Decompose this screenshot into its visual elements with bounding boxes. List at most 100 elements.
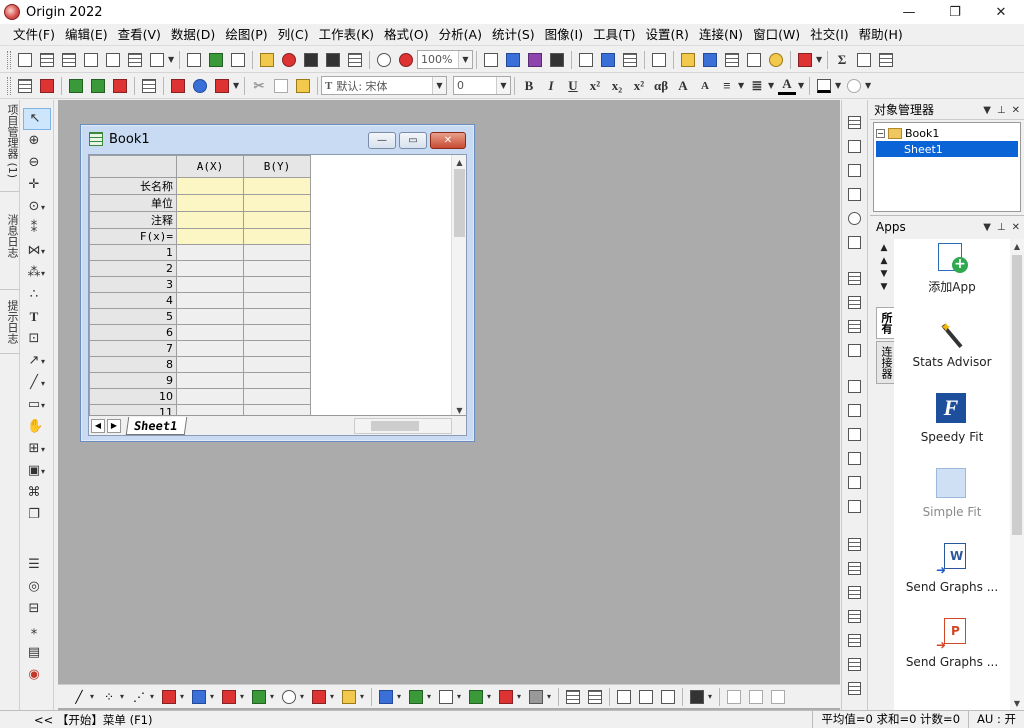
- fill-color-button[interactable]: [814, 76, 834, 96]
- data-cell[interactable]: [176, 388, 244, 405]
- export-button[interactable]: [345, 50, 365, 70]
- layer-button[interactable]: [212, 76, 232, 96]
- first-icon[interactable]: ▲: [881, 243, 888, 253]
- hint-log-tab[interactable]: 提示日志: [0, 296, 20, 354]
- 3d-plot-button[interactable]: [375, 687, 397, 707]
- pattern-button[interactable]: [844, 76, 864, 96]
- data-cell[interactable]: [176, 292, 244, 309]
- import-excel-button[interactable]: [88, 76, 108, 96]
- zoom-out-tool[interactable]: ⊖: [23, 152, 51, 174]
- chevron-down-icon[interactable]: ▼: [835, 81, 843, 90]
- chevron-down-icon[interactable]: ▾: [330, 692, 338, 701]
- book-minimize-button[interactable]: —: [368, 132, 396, 149]
- grid-layout-button[interactable]: [845, 316, 865, 336]
- tab-sheet1[interactable]: Sheet1: [125, 416, 188, 435]
- polar-button[interactable]: [845, 208, 865, 228]
- axis-button[interactable]: [845, 136, 865, 156]
- image-plot-button[interactable]: [525, 687, 547, 707]
- meta-row-formula[interactable]: F(x)=: [89, 228, 177, 245]
- menu-view[interactable]: 查看(V): [113, 25, 166, 45]
- cut-button[interactable]: ✂: [249, 76, 269, 96]
- multi-panel-button[interactable]: [188, 687, 210, 707]
- meta-cell[interactable]: [176, 194, 244, 212]
- book-close-button[interactable]: ✕: [430, 132, 466, 149]
- function-plot-button[interactable]: [278, 687, 300, 707]
- tool-b-button[interactable]: [745, 687, 767, 707]
- draw-data-tool[interactable]: ∴: [23, 284, 51, 306]
- align-right-button[interactable]: [845, 400, 865, 420]
- chevron-down-icon[interactable]: ▾: [427, 692, 435, 701]
- column-header-b[interactable]: B(Y): [243, 155, 311, 178]
- hand-tool[interactable]: ✋: [23, 416, 51, 438]
- align-button[interactable]: ≡: [717, 76, 737, 96]
- data-cell[interactable]: [243, 372, 311, 389]
- menu-connect[interactable]: 连接(N): [694, 25, 748, 45]
- tree-item-sheet[interactable]: Sheet1: [876, 141, 1018, 157]
- row-header[interactable]: 9: [89, 372, 177, 389]
- matrix-3-button[interactable]: [657, 687, 679, 707]
- insert-graph-tool[interactable]: ⊞ ▾: [23, 438, 51, 460]
- same-width-button[interactable]: [845, 534, 865, 554]
- meta-cell[interactable]: [176, 211, 244, 229]
- menu-image[interactable]: 图像(I): [540, 25, 588, 45]
- toolbar-grip[interactable]: [7, 50, 11, 69]
- rectangle-tool[interactable]: ▭ ▾: [23, 394, 51, 416]
- menu-tools[interactable]: 工具(T): [588, 25, 640, 45]
- chevron-down-icon[interactable]: ▼: [233, 81, 241, 90]
- back-button[interactable]: [845, 654, 865, 674]
- chevron-down-icon[interactable]: ▼: [816, 55, 824, 64]
- collapse-icon[interactable]: −: [876, 128, 885, 138]
- text-tool[interactable]: T: [23, 306, 51, 328]
- project-manager-tab[interactable]: 项目管理器 (1): [0, 100, 20, 192]
- import-wizard-button[interactable]: [110, 76, 130, 96]
- restore-button[interactable]: ❐: [932, 0, 978, 24]
- meta-cell[interactable]: [243, 194, 311, 212]
- pin-icon[interactable]: ⊥: [997, 222, 1006, 233]
- data-cell[interactable]: [243, 356, 311, 373]
- tab-next-icon[interactable]: ▶: [107, 418, 121, 433]
- align-top-button[interactable]: [845, 424, 865, 444]
- refresh-button[interactable]: [396, 50, 416, 70]
- new-layout-button[interactable]: [125, 50, 145, 70]
- meta-row-long-name[interactable]: 长名称: [89, 177, 177, 195]
- stack-button[interactable]: [845, 112, 865, 132]
- tab-prev-icon[interactable]: ◀: [91, 418, 105, 433]
- data-cell[interactable]: [176, 244, 244, 261]
- menu-help[interactable]: 帮助(H): [854, 25, 908, 45]
- results-log-button[interactable]: [525, 50, 545, 70]
- tile-button[interactable]: [620, 50, 640, 70]
- row-header[interactable]: 7: [89, 340, 177, 357]
- worksheet-query-button[interactable]: [37, 76, 57, 96]
- line-plot-button[interactable]: ╱: [68, 687, 90, 707]
- ternary-button[interactable]: [845, 232, 865, 252]
- data-cell[interactable]: [243, 308, 311, 325]
- italic-button[interactable]: I: [541, 76, 561, 96]
- group-button[interactable]: [845, 582, 865, 602]
- chevron-down-icon[interactable]: ▼: [983, 105, 991, 116]
- chevron-down-icon[interactable]: ▼: [168, 55, 176, 64]
- scroll-down-icon[interactable]: ▼: [1010, 696, 1024, 710]
- chevron-down-icon[interactable]: ▾: [270, 692, 278, 701]
- scroll-thumb[interactable]: [1012, 255, 1022, 535]
- data-cell[interactable]: [176, 356, 244, 373]
- meta-cell[interactable]: [243, 211, 311, 229]
- data-cell[interactable]: [176, 372, 244, 389]
- distribute-button[interactable]: [845, 496, 865, 516]
- graph-tool-5[interactable]: ▤: [23, 642, 51, 664]
- open-button[interactable]: [257, 50, 277, 70]
- worksheet-2-button[interactable]: [584, 687, 606, 707]
- tree-item-book[interactable]: − Book1: [876, 125, 1018, 141]
- book-maximize-button[interactable]: ▭: [399, 132, 427, 149]
- data-cell[interactable]: [176, 308, 244, 325]
- copy-page-button[interactable]: [503, 50, 523, 70]
- chevron-down-icon[interactable]: ▾: [180, 692, 188, 701]
- menu-analysis[interactable]: 分析(A): [434, 25, 487, 45]
- open-template-button[interactable]: [279, 50, 299, 70]
- align-left-button[interactable]: [845, 376, 865, 396]
- project-explorer-button[interactable]: [598, 50, 618, 70]
- app-send-graphs-ppt[interactable]: P ➜ Send Graphs ...: [894, 614, 1010, 689]
- row-header[interactable]: 8: [89, 356, 177, 373]
- app-stats-advisor[interactable]: ✦ Stats Advisor: [894, 314, 1010, 389]
- increase-font-button[interactable]: A: [673, 76, 693, 96]
- add-arrow-button[interactable]: [168, 76, 188, 96]
